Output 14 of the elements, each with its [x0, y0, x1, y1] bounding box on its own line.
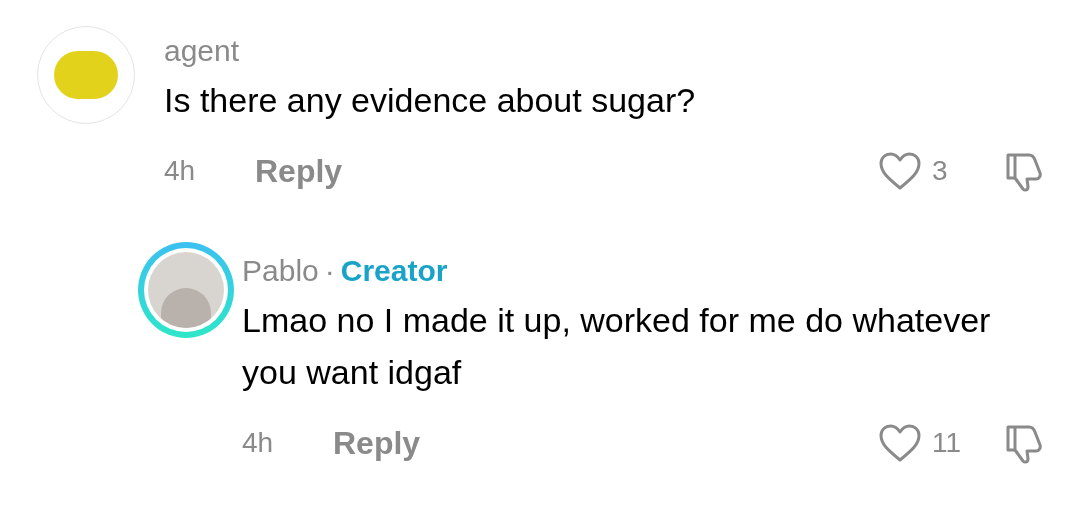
reply-button[interactable]: Reply: [333, 419, 421, 467]
comment-time: 4h: [164, 154, 197, 188]
creator-label: Creator: [340, 253, 448, 289]
reply-button[interactable]: Reply: [255, 147, 343, 195]
like-count: 3: [932, 154, 948, 188]
heart-icon[interactable]: [878, 423, 922, 463]
username[interactable]: Pablo: [242, 248, 319, 293]
comment-text: Is there any evidence about sugar?: [164, 80, 697, 121]
username[interactable]: agent: [164, 28, 240, 73]
like-count: 11: [932, 426, 962, 460]
heart-icon[interactable]: [878, 151, 922, 191]
comment-time: 4h: [242, 426, 275, 460]
separator: ·: [324, 253, 335, 289]
comment-text: Lmao no I made it up, worked for me do whatever you want idgaf: [242, 300, 992, 393]
